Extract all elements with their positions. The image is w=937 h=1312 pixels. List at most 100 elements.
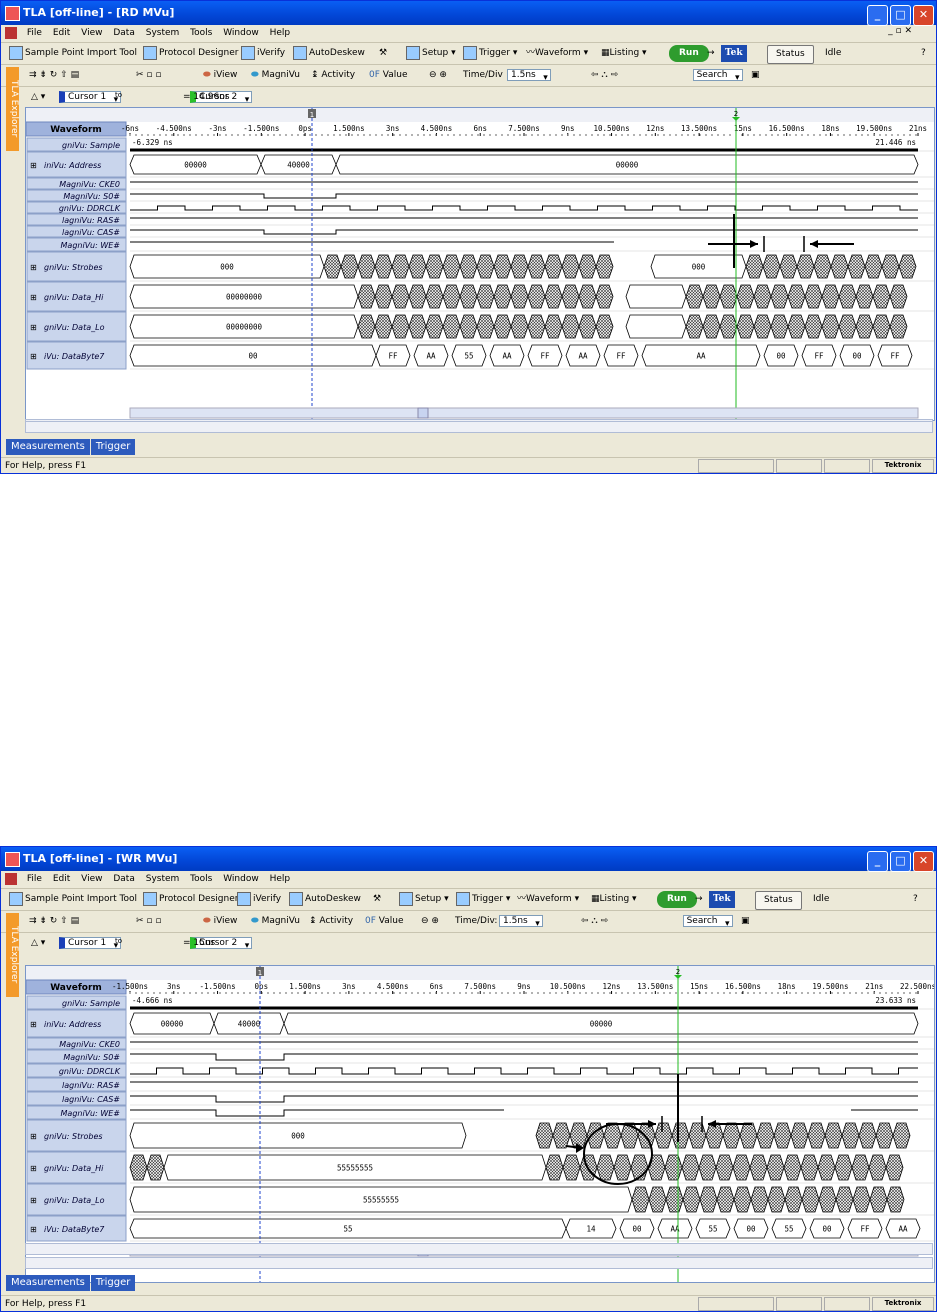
strobes-transition xyxy=(527,254,546,279)
magnivu-button[interactable]: ⬬ MagniVu xyxy=(251,913,300,930)
iview-button[interactable]: ⬬ iView xyxy=(203,67,237,84)
close-button[interactable]: ✕ xyxy=(913,851,934,872)
trigger-button[interactable]: Trigger ▾ xyxy=(463,45,517,62)
iview-button[interactable]: ⬬ iView xyxy=(203,913,237,930)
horizontal-scrollbar[interactable] xyxy=(25,1243,933,1255)
add-signal-icon[interactable]: ⇉ ⇟ ↻ ⇧ ▤ xyxy=(29,67,79,84)
sample-point-button[interactable]: Sample Point Import Tool xyxy=(9,45,137,62)
cut-icon[interactable]: ✂ ▫ ▫ xyxy=(136,913,161,930)
signal-name: gniVu: Strobes xyxy=(44,1132,103,1141)
tla-explorer-tab[interactable]: TLA Explorer xyxy=(6,913,19,997)
menu-system[interactable]: System xyxy=(142,871,184,888)
databyte-value-cell-value: AA xyxy=(898,1225,908,1234)
search-input[interactable]: Search xyxy=(692,69,743,81)
overview-timeline[interactable] xyxy=(25,1257,933,1269)
strobes-transition xyxy=(847,254,866,279)
value-button[interactable]: 0F Value xyxy=(369,67,408,84)
setup-button[interactable]: Setup ▾ xyxy=(406,45,456,62)
tab-measurements[interactable]: Measurements xyxy=(6,439,90,455)
iverify-button[interactable]: iVerify xyxy=(237,891,281,908)
activity-button[interactable]: ↨ Activity xyxy=(311,67,355,84)
data-lo-transition xyxy=(719,314,738,339)
cursor1-select[interactable]: Cursor 1 xyxy=(59,937,122,949)
waveform-icon: 〰 xyxy=(517,894,527,904)
maximize-button[interactable]: □ xyxy=(890,5,911,26)
value-button[interactable]: 0F Value xyxy=(365,913,404,930)
tla-explorer-tab[interactable]: TLA Explorer xyxy=(6,67,19,151)
status-button[interactable]: Status xyxy=(767,45,814,64)
menu-system[interactable]: System xyxy=(142,25,184,42)
time-div-select[interactable]: 1.5ns xyxy=(507,69,551,81)
zoom-out-icon[interactable]: ⊖ ⊕ xyxy=(421,913,439,930)
tick-label: 16.500ns xyxy=(769,124,805,133)
wr-window: TLA [off-line] - [WR MVu] _ □ ✕ File Edit … xyxy=(0,846,937,1312)
listing-button[interactable]: ▦Listing ▾ xyxy=(591,891,637,908)
menu-edit[interactable]: Edit xyxy=(49,25,74,42)
search-input[interactable]: Search xyxy=(682,915,733,927)
listing-button[interactable]: ▦Listing ▾ xyxy=(601,45,647,62)
magnivu-button[interactable]: ⬬ MagniVu xyxy=(251,67,300,84)
trigger-button[interactable]: Trigger ▾ xyxy=(456,891,510,908)
maximize-button[interactable]: □ xyxy=(890,851,911,872)
search-options-icon[interactable]: ▣ xyxy=(741,913,750,930)
delta-icon[interactable]: △ ▾ xyxy=(31,89,45,106)
menu-edit[interactable]: Edit xyxy=(49,871,74,888)
search-nav-icons[interactable]: ⇦ ⛬ ⇨ xyxy=(581,913,608,930)
tick-label: 9ns xyxy=(517,982,531,991)
help-icon[interactable]: ? xyxy=(921,45,926,62)
setup-button[interactable]: Setup ▾ xyxy=(399,891,449,908)
minimize-button[interactable]: _ xyxy=(867,5,888,26)
sample-right: 21.446 ns xyxy=(875,138,916,147)
close-button[interactable]: ✕ xyxy=(913,5,934,26)
run-button[interactable]: Run xyxy=(669,45,709,62)
protocol-icon xyxy=(143,891,157,906)
hammer-icon[interactable]: ⚒ xyxy=(373,891,381,908)
databyte-value-cell-value: AA xyxy=(426,352,436,361)
protocol-designer-button[interactable]: Protocol Designer xyxy=(143,45,238,62)
help-icon[interactable]: ? xyxy=(913,891,918,908)
menu-tools[interactable]: Tools xyxy=(186,871,216,888)
iverify-button[interactable]: iVerify xyxy=(241,45,285,62)
tick-label: 18ns xyxy=(778,982,796,991)
waveform-button[interactable]: 〰Waveform ▾ xyxy=(517,891,579,908)
menu-window[interactable]: Window xyxy=(219,871,263,888)
menu-window[interactable]: Window xyxy=(219,25,263,42)
tab-measurements[interactable]: Measurements xyxy=(6,1275,90,1291)
data-lo-transition xyxy=(787,314,806,339)
menu-view[interactable]: View xyxy=(77,871,106,888)
zoom-out-icon[interactable]: ⊖ ⊕ xyxy=(429,67,447,84)
menu-help[interactable]: Help xyxy=(266,871,295,888)
menu-file[interactable]: File xyxy=(23,871,46,888)
waveform-button[interactable]: 〰Waveform ▾ xyxy=(526,45,588,62)
search-nav-icons[interactable]: ⇦ ⛬ ⇨ xyxy=(591,67,618,84)
menu-view[interactable]: View xyxy=(77,25,106,42)
toolbar-view: ⇉ ⇟ ↻ ⇧ ▤ ✂ ▫ ▫ ⬬ iView ⬬ MagniVu ↨ Acti… xyxy=(1,65,936,87)
add-signal-icon[interactable]: ⇉ ⇟ ↻ ⇧ ▤ xyxy=(29,913,79,930)
data-hi-transition xyxy=(129,1154,148,1181)
tick-label: 7.500ns xyxy=(464,982,496,991)
menu-help[interactable]: Help xyxy=(266,25,295,42)
protocol-designer-button[interactable]: Protocol Designer xyxy=(143,891,238,908)
delta-icon[interactable]: △ ▾ xyxy=(31,935,45,952)
status-button[interactable]: Status xyxy=(755,891,802,910)
minimize-button[interactable]: _ xyxy=(867,851,888,872)
tab-trigger[interactable]: Trigger xyxy=(90,439,136,455)
menu-data[interactable]: Data xyxy=(109,25,139,42)
search-options-icon[interactable]: ▣ xyxy=(751,67,760,84)
menu-data[interactable]: Data xyxy=(109,871,139,888)
tab-trigger[interactable]: Trigger xyxy=(90,1275,136,1291)
cut-icon[interactable]: ✂ ▫ ▫ xyxy=(136,67,161,84)
autodeskew-button[interactable]: AutoDeskew xyxy=(293,45,365,62)
autodeskew-button[interactable]: AutoDeskew xyxy=(289,891,361,908)
menu-tools[interactable]: Tools xyxy=(186,25,216,42)
strobes-transition xyxy=(476,254,495,279)
overview-timeline[interactable] xyxy=(25,421,933,433)
activity-button[interactable]: ↨ Activity xyxy=(309,913,353,930)
menu-file[interactable]: File xyxy=(23,25,46,42)
cursor1-select[interactable]: Cursor 1 xyxy=(59,91,122,103)
time-div-select[interactable]: 1.5ns xyxy=(499,915,543,927)
mdi-controls[interactable]: _ ▫ ✕ xyxy=(888,26,912,36)
hammer-icon[interactable]: ⚒ xyxy=(379,45,387,62)
sample-point-button[interactable]: Sample Point Import Tool xyxy=(9,891,137,908)
run-button[interactable]: Run xyxy=(657,891,697,908)
